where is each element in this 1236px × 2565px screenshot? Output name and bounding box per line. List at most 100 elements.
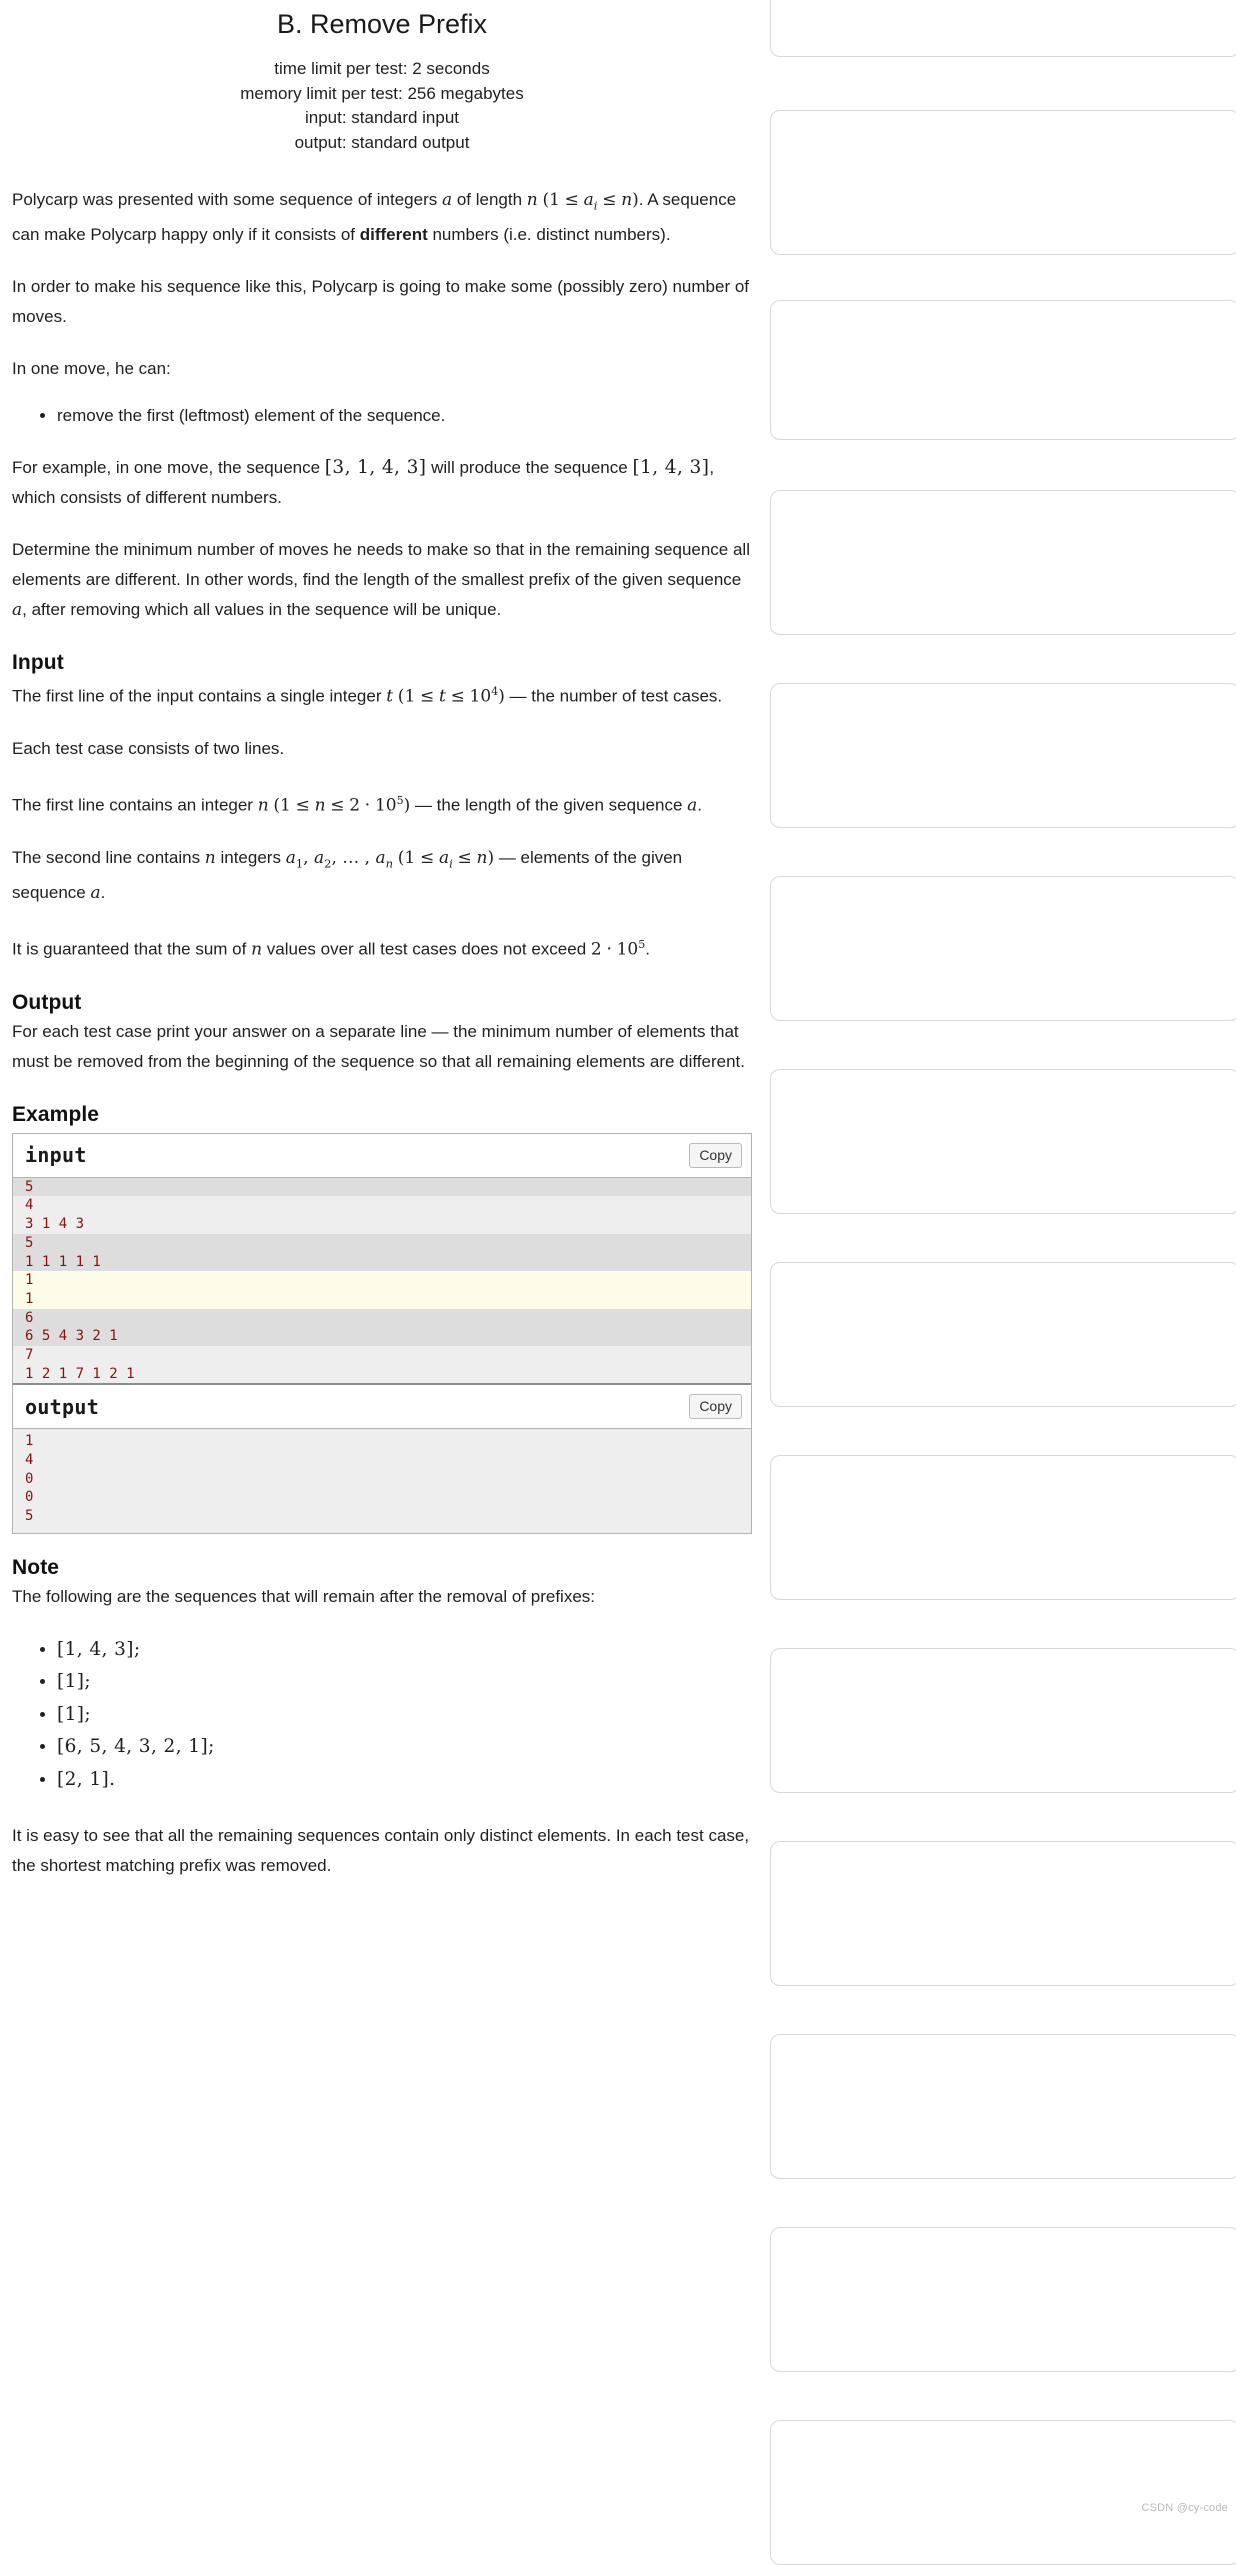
rail-panel: [770, 1262, 1236, 1407]
math-number: 2: [590, 939, 602, 960]
move-list: remove the first (leftmost) element of t…: [12, 401, 752, 431]
text-run: integers: [215, 847, 286, 867]
sequence-value: [2, 1].: [57, 1768, 116, 1790]
note-sequence-list: [1, 4, 3]; [1]; [1]; [6, 5, 4, 3, 2, 1];…: [12, 1634, 752, 1797]
list-item: [6, 5, 4, 3, 2, 1];: [57, 1731, 752, 1764]
text-run: .: [697, 795, 703, 815]
math-cdot: ·: [606, 939, 612, 960]
math-var-a: a: [12, 600, 23, 621]
text-run: will produce the sequence: [426, 458, 633, 478]
math-sub-n: n: [385, 856, 394, 871]
math-var-a: a: [441, 190, 453, 210]
rail-panel: [770, 683, 1236, 828]
section-heading-output: Output: [12, 990, 82, 1014]
text-run: .: [100, 883, 106, 903]
math-var-n: n: [476, 847, 488, 868]
sample-output-header: output Copy: [13, 1383, 751, 1430]
math-number: 2: [349, 795, 361, 816]
text-run: values over all test cases does not exce…: [262, 939, 591, 959]
input-mode: input: standard input: [304, 108, 460, 127]
rail-panel: [770, 1841, 1236, 1986]
sample-input-header: input Copy: [13, 1133, 751, 1178]
math-le: ≤: [330, 795, 345, 816]
math-cdot: ·: [364, 795, 371, 816]
sample-output-body: 14005: [13, 1429, 751, 1533]
text-run: The first line of the input contains a s…: [12, 687, 387, 707]
sample-line: 5: [13, 1233, 751, 1253]
input-paragraph-3: The first line contains an integer n (1 …: [12, 786, 752, 821]
output-paragraph-1: For each test case print your answer on …: [12, 1021, 746, 1071]
rail-panel: [770, 2227, 1236, 2372]
math-number: 1: [549, 190, 560, 210]
text-run: — the length of the given sequence: [410, 795, 688, 815]
math-number: 10: [616, 939, 639, 960]
math-var-n: n: [526, 190, 538, 210]
text-run: — the number of test cases.: [504, 687, 723, 707]
list-item: remove the first (leftmost) element of t…: [57, 401, 752, 431]
math-number: 1: [404, 687, 416, 708]
math-var-a: a: [687, 795, 698, 816]
text-run: For example, in one move, the sequence: [12, 458, 325, 478]
page-title: B. Remove Prefix: [276, 9, 488, 39]
memory-limit: memory limit per test: 256 megabytes: [240, 83, 524, 103]
statement-paragraph-2: In order to make his sequence like this,…: [12, 277, 750, 327]
copy-output-button[interactable]: Copy: [689, 1394, 742, 1420]
math-le: ≤: [564, 190, 579, 210]
math-number: 1: [280, 795, 291, 816]
math-var-t: t: [386, 687, 394, 708]
math-ellipsis: , … ,: [331, 847, 376, 868]
sample-line: 1 1 1 1 1: [13, 1252, 751, 1272]
math-var-an: a: [375, 847, 386, 868]
text-run: The second line contains: [12, 847, 205, 867]
problem-limits: time limit per test: 2 seconds memory li…: [12, 57, 752, 155]
sample-line: 4: [13, 1196, 751, 1216]
list-item: [1, 4, 3];: [57, 1634, 752, 1667]
rail-panel: [770, 1648, 1236, 1793]
problem-content: B. Remove Prefix time limit per test: 2 …: [0, 0, 764, 1881]
sample-line: 0: [13, 1469, 751, 1489]
rail-panel: [770, 1069, 1236, 1214]
sample-line: 1: [13, 1432, 751, 1451]
math-var-n: n: [257, 795, 269, 816]
math-var-a1: a: [285, 847, 296, 868]
sample-tests: input Copy 543 1 4 351 1 1 1 11166 5 4 3…: [12, 1132, 752, 1534]
input-paragraph-2: Each test case consists of two lines.: [12, 739, 285, 759]
statement-paragraph-5: Determine the minimum number of moves he…: [12, 535, 752, 625]
sample-output-label: output: [25, 1394, 100, 1419]
math-le: ≤: [295, 795, 310, 816]
text-run: Polycarp was presented with some sequenc…: [12, 190, 442, 209]
math-number: 1: [404, 847, 416, 868]
section-heading-example: Example: [12, 1102, 100, 1126]
math-sequence-after: [1, 4, 3]: [632, 457, 710, 479]
rail-panel: [770, 876, 1236, 1021]
rail-panel: [770, 490, 1236, 635]
copy-input-button[interactable]: Copy: [689, 1142, 742, 1168]
rail-panel: [770, 2420, 1236, 2565]
statement-paragraph-1: Polycarp was presented with some sequenc…: [12, 185, 752, 250]
math-number: 10: [374, 795, 397, 816]
text-run: .: [645, 939, 650, 959]
math-sequence-before: [3, 1, 4, 3]: [324, 457, 427, 479]
note-paragraph-1: The following are the sequences that wil…: [12, 1586, 596, 1606]
sample-line: 1: [13, 1271, 751, 1290]
section-heading-note: Note: [12, 1555, 60, 1579]
sample-line: 5: [13, 1177, 751, 1197]
math-var-ai: a: [438, 847, 450, 868]
sample-input-label: input: [25, 1143, 87, 1168]
math-number: 10: [469, 687, 492, 708]
sample-line: 5: [13, 1507, 751, 1526]
math-var-n: n: [314, 795, 326, 816]
text-run: of length: [452, 190, 527, 209]
text-run: Determine the minimum number of moves he…: [12, 540, 750, 590]
math-le: ≤: [602, 190, 617, 210]
problem-page: B. Remove Prefix time limit per test: 2 …: [0, 0, 1236, 2565]
statement-paragraph-3: In one move, he can:: [12, 359, 171, 379]
math-var-a2: a: [313, 847, 325, 868]
math-sub-i: i: [449, 856, 453, 871]
math-var-t: t: [438, 687, 446, 708]
math-comma: ,: [303, 847, 314, 868]
math-le: ≤: [457, 847, 472, 868]
time-limit: time limit per test: 2 seconds: [274, 59, 490, 78]
math-var-ai: a: [583, 190, 594, 210]
text-run: The first line contains an integer: [12, 795, 258, 815]
